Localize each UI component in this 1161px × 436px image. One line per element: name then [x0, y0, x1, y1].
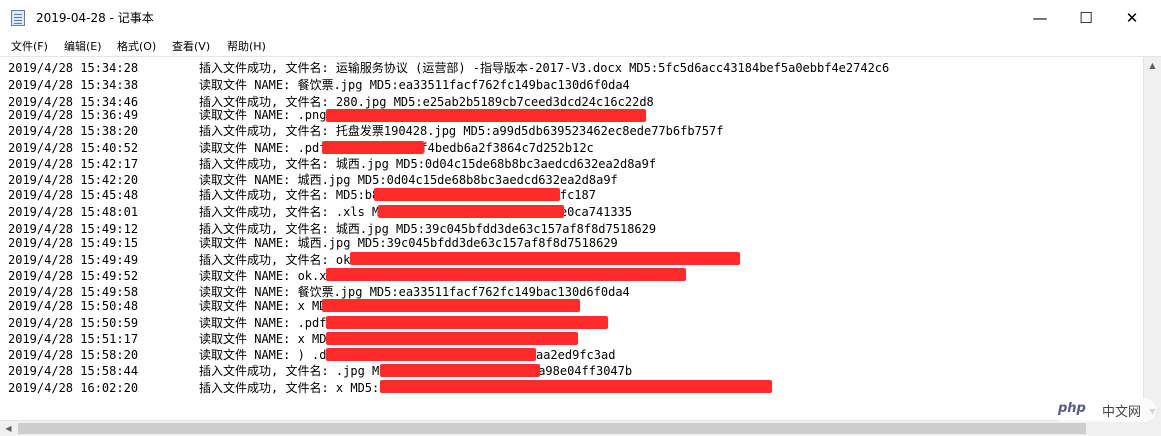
log-line: 2019/4/28 15:42:20 读取文件 NAME: 城西.jpg MD5:… [8, 172, 618, 188]
window-title: 2019-04-28 - 记事本 [36, 11, 154, 25]
redaction-mark [326, 348, 536, 361]
log-timestamp: 2019/4/28 15:58:20 [8, 348, 139, 362]
menu-bar: 文件(F) 编辑(E) 格式(O) 查看(V) 帮助(H) [0, 36, 1161, 57]
vertical-scrollbar[interactable]: ▲ ▼ [1143, 57, 1161, 420]
scroll-left-arrow-icon[interactable]: ◀ [0, 421, 17, 436]
redaction-mark [350, 252, 740, 265]
title-bar[interactable]: 2019-04-28 - 记事本 — ☐ ✕ [0, 0, 1161, 37]
log-message: 读取文件 NAME: 城西.jpg MD5:0d04c15de68b8bc3ae… [199, 173, 618, 187]
maximize-button[interactable]: ☐ [1063, 0, 1109, 36]
notepad-icon [11, 10, 25, 26]
log-line: 2019/4/28 15:40:52 读取文件 NAME: .pdf MD5:af… [8, 140, 594, 156]
redaction-mark [380, 364, 540, 377]
scrollbar-corner [1143, 420, 1161, 436]
log-timestamp: 2019/4/28 15:45:48 [8, 188, 139, 202]
log-timestamp: 2019/4/28 15:48:01 [8, 205, 139, 219]
log-timestamp: 2019/4/28 15:49:52 [8, 269, 139, 283]
log-timestamp: 2019/4/28 15:58:44 [8, 364, 139, 378]
log-timestamp: 2019/4/28 15:42:17 [8, 157, 139, 171]
text-editor[interactable]: 2019/4/28 15:34:28 插入文件成功, 文件名: 运输服务协议 (运… [0, 57, 1143, 420]
horizontal-scroll-thumb[interactable] [18, 423, 1086, 434]
menu-format[interactable]: 格式(O) [117, 38, 156, 54]
log-timestamp: 2019/4/28 16:02:20 [8, 381, 139, 395]
log-timestamp: 2019/4/28 15:50:48 [8, 299, 139, 313]
log-timestamp: 2019/4/28 15:49:49 [8, 253, 139, 267]
redaction-mark [374, 188, 560, 201]
log-timestamp: 2019/4/28 15:34:28 [8, 61, 139, 75]
watermark-text: 中文网 [1102, 405, 1142, 420]
redaction-mark [326, 268, 686, 281]
log-message: 插入文件成功, 文件名: 城西.jpg MD5:0d04c15de68b8bc3… [199, 157, 657, 171]
minimize-button[interactable]: — [1017, 0, 1063, 36]
log-timestamp: 2019/4/28 15:42:20 [8, 173, 139, 187]
log-line: 2019/4/28 15:49:15 读取文件 NAME: 城西.jpg MD5:… [8, 235, 618, 251]
log-timestamp: 2019/4/28 15:36:49 [8, 108, 139, 122]
redaction-mark [322, 141, 424, 154]
redaction-mark [326, 316, 608, 329]
log-message: 插入文件成功, 文件名: 托盘发票190428.jpg MD5:a99d5db6… [199, 124, 724, 138]
log-line: 2019/4/28 15:42:17 插入文件成功, 文件名: 城西.jpg MD… [8, 156, 656, 172]
menu-help[interactable]: 帮助(H) [227, 38, 266, 54]
menu-edit[interactable]: 编辑(E) [64, 38, 102, 54]
log-timestamp: 2019/4/28 15:51:17 [8, 332, 139, 346]
redaction-mark [380, 380, 772, 393]
notepad-window: 2019-04-28 - 记事本 — ☐ ✕ 文件(F) 编辑(E) 格式(O)… [0, 0, 1161, 436]
redaction-mark [326, 109, 646, 122]
log-timestamp: 2019/4/28 15:34:38 [8, 78, 139, 92]
horizontal-scrollbar[interactable]: ◀ [0, 420, 1143, 436]
menu-view[interactable]: 查看(V) [172, 38, 210, 54]
redaction-mark [326, 332, 578, 345]
log-message: 插入文件成功, 文件名: 运输服务协议 (运营部) -指导版本-2017-V3.… [199, 61, 890, 75]
log-message: 读取文件 NAME: 餐饮票.jpg MD5:ea33511facf762fc1… [199, 285, 630, 299]
log-line: 2019/4/28 15:34:28 插入文件成功, 文件名: 运输服务协议 (运… [8, 60, 889, 76]
log-message: 读取文件 NAME: 城西.jpg MD5:39c045bfdd3de63c15… [199, 236, 618, 250]
scroll-up-arrow-icon[interactable]: ▲ [1144, 57, 1161, 74]
redaction-mark [378, 205, 564, 218]
log-timestamp: 2019/4/28 15:38:20 [8, 124, 139, 138]
redaction-mark [322, 299, 580, 312]
php-cn-watermark: php 中文网 [1052, 398, 1156, 422]
log-timestamp: 2019/4/28 15:50:59 [8, 316, 139, 330]
menu-file[interactable]: 文件(F) [11, 38, 48, 54]
log-line: 2019/4/28 15:34:38 读取文件 NAME: 餐饮票.jpg MD5… [8, 77, 630, 93]
watermark-php: php [1058, 401, 1086, 416]
log-timestamp: 2019/4/28 15:49:15 [8, 236, 139, 250]
log-message: 插入文件成功, 文件名: 城西.jpg MD5:39c045bfdd3de63c… [199, 222, 657, 236]
log-timestamp: 2019/4/28 15:40:52 [8, 141, 139, 155]
log-message: 读取文件 NAME: 餐饮票.jpg MD5:ea33511facf762fc1… [199, 78, 630, 92]
close-button[interactable]: ✕ [1109, 0, 1155, 36]
log-line: 2019/4/28 15:38:20 插入文件成功, 文件名: 托盘发票19042… [8, 123, 723, 139]
